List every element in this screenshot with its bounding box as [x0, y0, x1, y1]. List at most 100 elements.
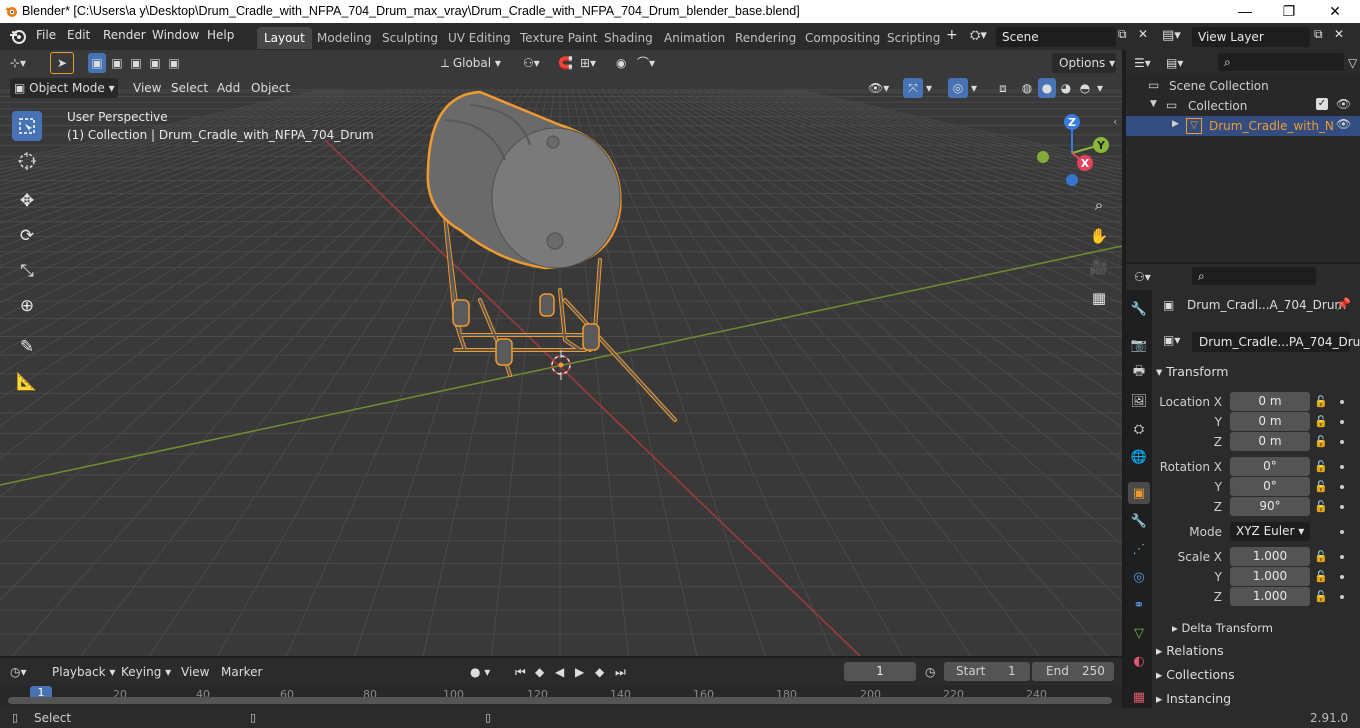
transform-panel-header[interactable]: ▾ Transform — [1156, 361, 1354, 383]
delta-transform-header[interactable]: ▸ Delta Transform — [1172, 617, 1360, 639]
filter-icon[interactable]: ▽ — [1348, 53, 1357, 73]
shading-dropdown-icon[interactable]: ▾ — [1097, 78, 1103, 98]
collection-checkbox[interactable]: ✓ — [1316, 98, 1328, 110]
tool-select-icon[interactable]: ➤ — [50, 52, 74, 74]
camera-view-icon[interactable]: 🎥 — [1086, 254, 1112, 280]
data-browse-icon[interactable]: ▣▾ — [1163, 333, 1193, 353]
tab-rendering[interactable]: Rendering — [728, 27, 803, 49]
rotation-x-field[interactable]: 0° — [1230, 457, 1310, 476]
current-frame-field[interactable]: 1 — [844, 662, 916, 681]
modifier-tab-icon[interactable]: 🔧 — [1128, 510, 1150, 532]
particles-tab-icon[interactable]: ⋰ — [1128, 538, 1150, 560]
delete-view-layer-icon[interactable]: ✕ — [1334, 27, 1344, 41]
object-name-field[interactable]: Drum_Cradle...PA_704_Drum — [1192, 332, 1360, 352]
collections-header[interactable]: ▸ Collections — [1156, 664, 1354, 686]
start-frame-field[interactable]: Start 1 — [944, 662, 1030, 681]
play-reverse-icon[interactable]: ◀ — [555, 662, 564, 682]
select-box-tool-icon[interactable] — [12, 111, 42, 141]
overlay-toggle-icon[interactable]: ◎ — [948, 78, 968, 98]
falloff-icon[interactable]: ⌒▾ — [637, 53, 663, 73]
properties-search-input[interactable]: ⌕ — [1192, 267, 1316, 285]
gizmo-dropdown-icon[interactable]: ▾ — [926, 78, 932, 98]
prev-keyframe-icon[interactable]: ◆ — [535, 662, 544, 682]
menu-select[interactable]: Select — [171, 78, 208, 98]
next-keyframe-icon[interactable]: ◆ — [595, 662, 604, 682]
scale-tool-icon[interactable]: ⤡ — [12, 256, 42, 286]
measure-tool-icon[interactable]: 📐 — [12, 367, 42, 397]
keyframe-dot[interactable] — [1340, 595, 1344, 599]
keyframe-dot[interactable] — [1340, 530, 1344, 534]
rotate-tool-icon[interactable]: ⟳ — [12, 221, 42, 251]
instancing-header[interactable]: ▸ Instancing — [1156, 688, 1354, 710]
properties-type-icon[interactable]: ⚇▾ — [1134, 267, 1151, 287]
3d-viewport[interactable]: Z Y X User Perspective (1) Collection | … — [0, 50, 1122, 656]
keyframe-dot[interactable] — [1340, 465, 1344, 469]
editor-type-icon[interactable]: ⊹▾ — [10, 53, 40, 73]
object-tab-icon[interactable]: ▣ — [1128, 482, 1150, 504]
options-dropdown[interactable]: Options ▾ — [1052, 53, 1116, 73]
outliner-row-object[interactable]: ▶ ▽ Drum_Cradle_with_N 👁 — [1126, 116, 1360, 136]
gizmo-toggle-icon[interactable]: ⤧ — [903, 78, 923, 98]
outliner-row-collection[interactable]: ▼ ▭ Collection ✓ 👁 — [1126, 96, 1360, 116]
view-layer-tab-icon[interactable]: 🖼 — [1128, 390, 1150, 412]
drum-cradle-object[interactable] — [426, 90, 677, 422]
data-tab-icon[interactable]: ▽ — [1128, 622, 1150, 644]
lock-location-y-icon[interactable]: 🔓 — [1314, 415, 1328, 428]
display-mode-icon[interactable]: ▤▾ — [1166, 53, 1183, 73]
object-mode-dropdown[interactable]: ▣ Object Mode ▾ — [10, 78, 118, 98]
copy-view-layer-icon[interactable]: ⧉ — [1314, 27, 1323, 42]
lock-scale-x-icon[interactable]: 🔓 — [1314, 550, 1328, 563]
copy-scene-icon[interactable]: ⧉ — [1118, 27, 1127, 42]
lock-rotation-y-icon[interactable]: 🔓 — [1314, 480, 1328, 493]
sidebar-toggle-icon[interactable]: ‹ — [1113, 115, 1117, 128]
keyframe-dot[interactable] — [1340, 420, 1344, 424]
menu-marker[interactable]: Marker — [221, 662, 262, 682]
menu-timeline-view[interactable]: View — [181, 662, 209, 682]
tab-compositing[interactable]: Compositing — [798, 27, 887, 49]
transform-tool-icon[interactable]: ⊕ — [12, 291, 42, 321]
texture-tab-icon[interactable]: ▦ — [1128, 686, 1150, 708]
mode-extend-icon[interactable]: ▣ — [108, 53, 126, 73]
lock-location-x-icon[interactable]: 🔓 — [1314, 395, 1328, 408]
rotation-z-field[interactable]: 90° — [1230, 497, 1310, 516]
tab-shading[interactable]: Shading — [597, 27, 660, 49]
keyframe-dot[interactable] — [1340, 485, 1344, 489]
scale-y-field[interactable]: 1.000 — [1230, 567, 1310, 586]
orientation-dropdown[interactable]: ⟂ Global ▾ — [437, 53, 505, 73]
lock-rotation-z-icon[interactable]: 🔓 — [1314, 500, 1328, 513]
material-shading-icon[interactable]: ◕ — [1057, 78, 1075, 98]
scale-x-field[interactable]: 1.000 — [1230, 547, 1310, 566]
rotation-mode-dropdown[interactable]: XYZ Euler ▾ — [1230, 522, 1310, 541]
mode-new-icon[interactable]: ▣ — [88, 53, 106, 73]
snap-toggle-icon[interactable]: 🧲 — [558, 53, 578, 73]
proportional-edit-icon[interactable]: ◉ — [616, 53, 636, 73]
location-z-field[interactable]: 0 m — [1230, 432, 1310, 451]
keyframe-dot[interactable] — [1340, 555, 1344, 559]
keyframe-dot[interactable] — [1340, 400, 1344, 404]
end-frame-field[interactable]: End 250 — [1032, 662, 1114, 681]
rendered-shading-icon[interactable]: ◓ — [1076, 78, 1094, 98]
timeline-area[interactable]: 1 20 40 60 80 100 120 140 160 180 200 22… — [0, 685, 1122, 708]
lock-rotation-x-icon[interactable]: 🔓 — [1314, 460, 1328, 473]
rotation-y-field[interactable]: 0° — [1230, 477, 1310, 496]
ortho-grid-icon[interactable]: ▦ — [1086, 285, 1112, 311]
lock-scale-y-icon[interactable]: 🔓 — [1314, 570, 1328, 583]
overlay-dropdown-icon[interactable]: ▾ — [971, 78, 977, 98]
material-tab-icon[interactable]: ◐ — [1128, 650, 1150, 672]
physics-tab-icon[interactable]: ◎ — [1128, 566, 1150, 588]
lock-location-z-icon[interactable]: 🔓 — [1314, 435, 1328, 448]
keyframe-dot[interactable] — [1340, 575, 1344, 579]
pivot-icon[interactable]: ⚇▾ — [523, 53, 553, 73]
delete-scene-icon[interactable]: ✕ — [1138, 27, 1148, 41]
view-layer-field[interactable]: View Layer — [1192, 27, 1310, 47]
tab-texture-paint[interactable]: Texture Paint — [513, 27, 604, 49]
blender-menu-icon[interactable] — [9, 28, 27, 47]
tab-uv-editing[interactable]: UV Editing — [441, 27, 518, 49]
cursor-tool-icon[interactable] — [12, 146, 42, 176]
maximize-button[interactable]: ❐ — [1266, 0, 1312, 23]
lock-scale-z-icon[interactable]: 🔓 — [1314, 590, 1328, 603]
output-tab-icon[interactable]: 🖶 — [1128, 362, 1150, 384]
pin-icon[interactable]: 📌 — [1336, 297, 1351, 311]
keyframe-dot[interactable] — [1340, 505, 1344, 509]
scene-tab-icon[interactable]: ⛭ — [1128, 418, 1150, 440]
